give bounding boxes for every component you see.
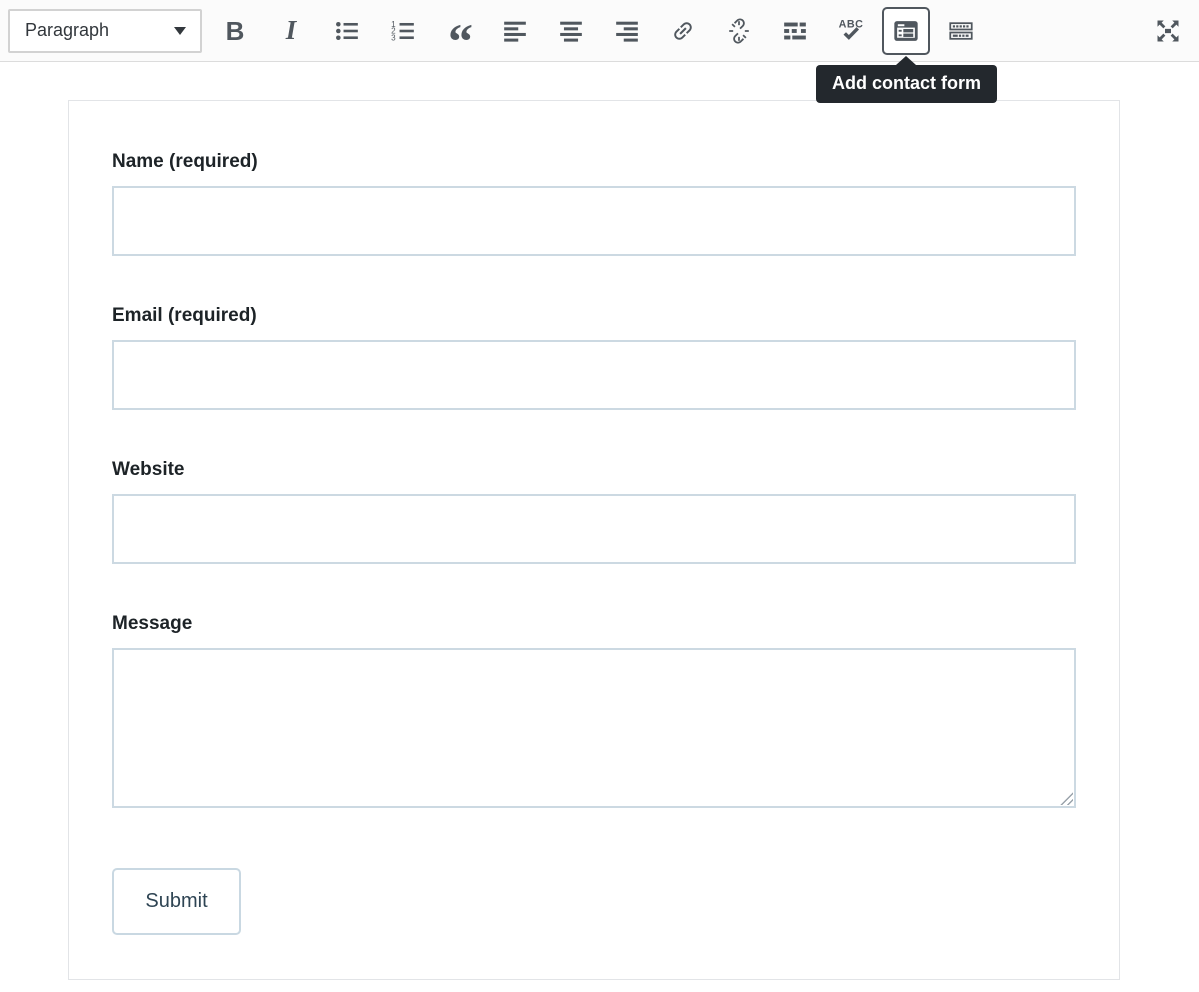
contact-form-preview: Name (required) Email (required) Website… <box>68 100 1120 980</box>
field-group-name: Name (required) <box>112 150 1076 256</box>
spellcheck-icon: ABC <box>836 16 866 46</box>
website-input[interactable] <box>112 494 1076 564</box>
add-contact-form-button[interactable] <box>882 7 930 55</box>
svg-text:ABC: ABC <box>839 18 864 30</box>
insert-link-button[interactable] <box>663 11 703 51</box>
numbered-list-icon: 1 2 3 <box>390 18 416 44</box>
submit-button[interactable]: Submit <box>112 868 241 935</box>
blockquote-icon: “ <box>448 28 470 54</box>
fullscreen-button[interactable] <box>1148 11 1188 51</box>
align-center-icon <box>558 18 584 44</box>
message-textarea-wrap <box>112 648 1076 808</box>
bulleted-list-button[interactable] <box>327 11 367 51</box>
contact-form-icon <box>892 17 920 45</box>
website-field-label: Website <box>112 458 1076 482</box>
name-field-label: Name (required) <box>112 150 1076 174</box>
unlink-icon <box>725 17 753 45</box>
blockquote-button[interactable]: “ <box>439 11 479 51</box>
insert-read-more-button[interactable] <box>775 11 815 51</box>
editor-toolbar: Paragraph B I 1 2 3 “ <box>0 0 1199 62</box>
keyboard-button[interactable] <box>941 11 981 51</box>
tooltip-add-contact-form: Add contact form <box>816 65 997 103</box>
read-more-icon <box>782 18 808 44</box>
email-field-label: Email (required) <box>112 304 1076 328</box>
format-dropdown[interactable]: Paragraph <box>8 9 202 53</box>
bold-icon: B <box>226 18 245 44</box>
name-input[interactable] <box>112 186 1076 256</box>
numbered-list-button[interactable]: 1 2 3 <box>383 11 423 51</box>
bulleted-list-icon <box>334 18 360 44</box>
keyboard-icon <box>947 17 975 45</box>
align-right-icon <box>614 18 640 44</box>
spellcheck-button[interactable]: ABC <box>831 11 871 51</box>
align-right-button[interactable] <box>607 11 647 51</box>
svg-text:3: 3 <box>391 33 396 42</box>
fullscreen-icon <box>1153 16 1183 46</box>
italic-icon: I <box>286 17 297 44</box>
tooltip-label: Add contact form <box>832 73 981 93</box>
chevron-down-icon <box>174 27 186 35</box>
message-field-label: Message <box>112 612 1076 636</box>
format-dropdown-value: Paragraph <box>25 20 109 41</box>
align-center-button[interactable] <box>551 11 591 51</box>
align-left-button[interactable] <box>495 11 535 51</box>
bold-button[interactable]: B <box>215 11 255 51</box>
remove-link-button[interactable] <box>719 11 759 51</box>
field-group-website: Website <box>112 458 1076 564</box>
align-left-icon <box>502 18 528 44</box>
email-input[interactable] <box>112 340 1076 410</box>
message-textarea[interactable] <box>112 648 1076 808</box>
italic-button[interactable]: I <box>271 11 311 51</box>
field-group-email: Email (required) <box>112 304 1076 410</box>
field-group-message: Message <box>112 612 1076 808</box>
link-icon <box>669 17 697 45</box>
